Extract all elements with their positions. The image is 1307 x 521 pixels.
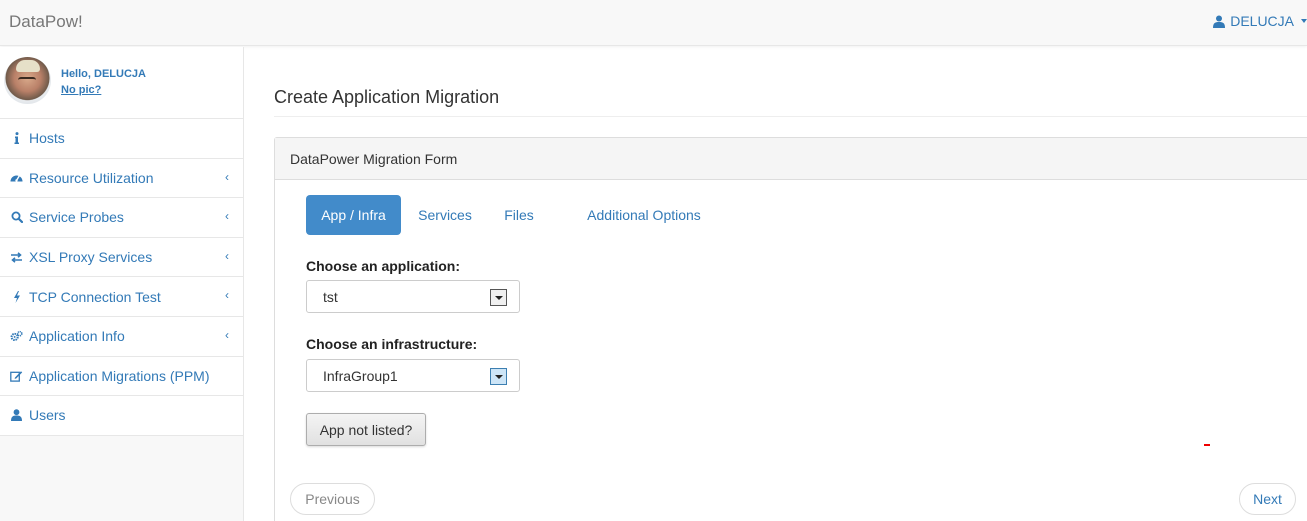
panel-heading: DataPower Migration Form (275, 138, 1307, 180)
sidebar-item-resource-utilization[interactable]: Resource Utilization ‹ (0, 158, 243, 199)
info-icon (10, 132, 23, 145)
sidebar-item-application-migrations[interactable]: Application Migrations (PPM) (0, 356, 243, 397)
sidebar-item-xsl-proxy-services[interactable]: XSL Proxy Services ‹ (0, 237, 243, 278)
cogs-icon (10, 330, 23, 343)
brand-logo[interactable]: DataPow! (9, 12, 83, 32)
application-select-value: tst (323, 288, 338, 305)
red-mark (1204, 444, 1210, 446)
exchange-icon (10, 251, 23, 264)
tab-services[interactable]: Services (410, 195, 480, 235)
user-icon (1213, 15, 1226, 28)
top-navbar: DataPow! DELUCJA (0, 0, 1307, 46)
application-label: Choose an application: (306, 258, 461, 274)
infrastructure-select-value: InfraGroup1 (323, 367, 398, 384)
greeting: Hello, DELUCJA (61, 68, 146, 80)
chevron-left-icon: ‹ (225, 288, 229, 303)
search-icon (10, 211, 23, 224)
previous-button[interactable]: Previous (290, 483, 375, 515)
sidebar-item-label: Application Migrations (PPM) (29, 367, 210, 384)
user-profile: Hello, DELUCJA No pic? (0, 47, 243, 119)
app-not-listed-button[interactable]: App not listed? (306, 413, 426, 446)
sidebar-item-users[interactable]: Users (0, 396, 243, 436)
sidebar-item-label: Users (29, 407, 66, 424)
tab-additional-options[interactable]: Additional Options (579, 195, 709, 235)
chevron-left-icon: ‹ (225, 327, 229, 342)
tab-app-infra[interactable]: App / Infra (306, 195, 401, 235)
avatar (4, 57, 51, 104)
sidebar-item-label: Application Info (29, 328, 125, 345)
tab-files[interactable]: Files (496, 195, 542, 235)
sidebar-item-application-info[interactable]: Application Info ‹ (0, 316, 243, 357)
sidebar: Hello, DELUCJA No pic? Hosts Resource Ut… (0, 47, 244, 521)
page-title: Create Application Migration (274, 87, 500, 107)
no-pic-link[interactable]: No pic? (61, 84, 101, 96)
user-menu[interactable]: DELUCJA (1213, 13, 1307, 29)
bolt-icon (10, 290, 23, 303)
next-button[interactable]: Next (1239, 483, 1296, 515)
divider (274, 116, 1307, 117)
infrastructure-select[interactable]: InfraGroup1 (306, 359, 520, 392)
user-icon (10, 409, 23, 422)
user-name: DELUCJA (1230, 13, 1294, 29)
infrastructure-label: Choose an infrastructure: (306, 336, 478, 352)
sidebar-item-tcp-connection-test[interactable]: TCP Connection Test ‹ (0, 277, 243, 317)
application-select[interactable]: tst (306, 280, 520, 313)
chevron-left-icon: ‹ (225, 248, 229, 263)
sidebar-item-label: TCP Connection Test (29, 288, 161, 305)
chevron-left-icon: ‹ (225, 169, 229, 184)
sidebar-item-label: Service Probes (29, 209, 124, 226)
chevron-down-icon[interactable] (490, 368, 507, 385)
sidebar-menu: Hosts Resource Utilization ‹ Service Pro… (0, 119, 243, 436)
sidebar-item-service-probes[interactable]: Service Probes ‹ (0, 198, 243, 238)
sidebar-item-label: XSL Proxy Services (29, 249, 153, 266)
caret-down-icon (1301, 19, 1307, 23)
sidebar-item-label: Hosts (29, 130, 65, 147)
edit-icon (10, 369, 23, 382)
sidebar-item-hosts[interactable]: Hosts (0, 119, 243, 159)
dashboard-icon (10, 171, 23, 184)
sidebar-item-label: Resource Utilization (29, 169, 154, 186)
chevron-down-icon[interactable] (490, 289, 507, 306)
chevron-left-icon: ‹ (225, 209, 229, 224)
